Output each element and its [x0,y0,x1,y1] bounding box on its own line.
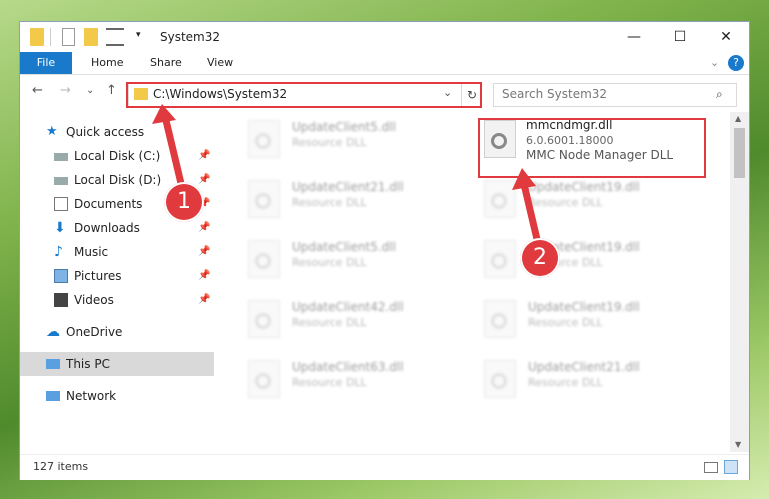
step-1-badge: 1 [164,182,204,222]
arrow-2-head [512,168,536,190]
step-2-badge: 2 [520,238,560,278]
arrow-1-head [152,104,176,124]
annotation-arrows [152,104,544,256]
